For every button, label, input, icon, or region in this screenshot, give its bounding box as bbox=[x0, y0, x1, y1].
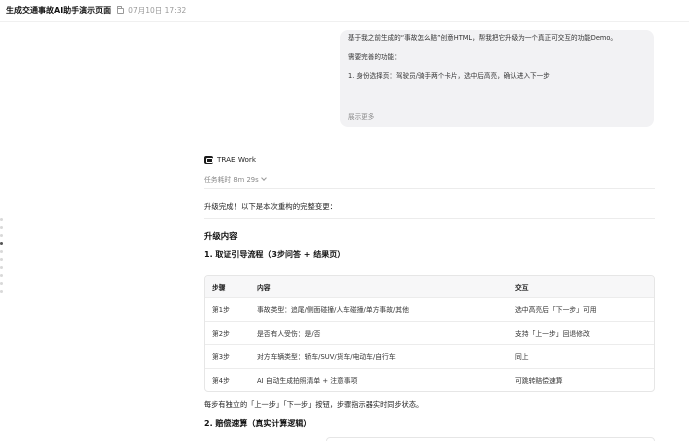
folder-icon[interactable] bbox=[117, 5, 125, 14]
user-message-line: 1. 身份选择页：驾驶员/骑手两个卡片，选中后高亮，确认进入下一步 bbox=[348, 72, 550, 80]
scroll-indicator[interactable] bbox=[0, 218, 4, 298]
divider bbox=[204, 218, 655, 219]
table-header-cell: 交互 bbox=[515, 283, 529, 292]
scroll-dot-active[interactable] bbox=[0, 242, 3, 245]
scroll-dot[interactable] bbox=[0, 274, 3, 277]
scroll-dot[interactable] bbox=[0, 258, 3, 261]
scroll-dot[interactable] bbox=[0, 282, 3, 285]
user-message-line: 需要完善的功能： bbox=[348, 53, 401, 61]
task-duration-toggle[interactable]: 任务耗时 8m 29s bbox=[204, 174, 267, 184]
trae-logo-icon bbox=[204, 155, 213, 164]
table-cell: 第3步 bbox=[212, 353, 230, 362]
user-message-line: 基于我之前生成的“事故怎么赔”创意HTML，帮我把它升级为一个真正可交互的功能D… bbox=[348, 34, 617, 42]
table-cell: 支持「上一步」回退修改 bbox=[515, 329, 590, 338]
divider bbox=[204, 188, 655, 189]
show-more-link[interactable]: 展示更多 bbox=[348, 111, 374, 121]
table-cell: 同上 bbox=[515, 353, 529, 362]
assistant-intro: 升级完成！以下是本次重构的完整变更： bbox=[204, 202, 338, 211]
table-header-cell: 内容 bbox=[257, 283, 271, 292]
table-header-cell: 步骤 bbox=[212, 283, 226, 292]
table-cell: 对方车辆类型：轿车/SUV/货车/电动车/自行车 bbox=[257, 353, 396, 362]
table-cell: 第2步 bbox=[212, 329, 230, 338]
table-cell: 可跳转赔偿速算 bbox=[515, 376, 563, 385]
table-cell: 第1步 bbox=[212, 306, 230, 315]
table-row: 第3步 对方车辆类型：轿车/SUV/货车/电动车/自行车 同上 bbox=[205, 344, 654, 368]
table-row: 第4步 AI 自动生成拍照清单 + 注意事项 可跳转赔偿速算 bbox=[205, 367, 654, 392]
scroll-dot[interactable] bbox=[0, 218, 3, 221]
top-bar: 生成交通事故AI助手演示页面 07月10日 17:32 bbox=[0, 0, 689, 22]
table-header-row: 步骤 内容 交互 bbox=[205, 276, 654, 297]
scroll-dot[interactable] bbox=[0, 266, 3, 269]
assistant-header: TRAE Work bbox=[204, 155, 256, 164]
table-cell: 第4步 bbox=[212, 376, 230, 385]
table-cell: AI 自动生成拍照清单 + 注意事项 bbox=[257, 376, 358, 385]
table-row: 第1步 事故类型：追尾/侧面碰撞/人车碰撞/单方事故/其他 选中高亮后「下一步」… bbox=[205, 297, 654, 321]
task-duration: 任务耗时 8m 29s bbox=[204, 176, 259, 184]
table-cell: 是否有人受伤：是/否 bbox=[257, 329, 321, 338]
conversation-title[interactable]: 生成交通事故AI助手演示页面 bbox=[6, 5, 111, 16]
scroll-dot[interactable] bbox=[0, 234, 3, 237]
steps-table: 步骤 内容 交互 第1步 事故类型：追尾/侧面碰撞/人车碰撞/单方事故/其他 选… bbox=[204, 275, 655, 392]
steps-note: 每步有独立的「上一步」「下一步」按钮，步骤指示器实时同步状态。 bbox=[204, 400, 424, 409]
scroll-dot[interactable] bbox=[0, 226, 3, 229]
user-message-bubble: 基于我之前生成的“事故怎么赔”创意HTML，帮我把它升级为一个真正可交互的功能D… bbox=[340, 30, 654, 127]
subsection-heading: 2. 赔偿速算（真实计算逻辑） bbox=[204, 419, 312, 428]
table-row: 第2步 是否有人受伤：是/否 支持「上一步」回退修改 bbox=[205, 320, 654, 345]
table-cell: 选中高亮后「下一步」可用 bbox=[515, 306, 597, 315]
conversation-date: 07月10日 17:32 bbox=[128, 6, 187, 15]
assistant-name: TRAE Work bbox=[217, 155, 257, 164]
scroll-dot[interactable] bbox=[0, 250, 3, 253]
subsection-heading: 1. 取证引导流程（3步问答 + 结果页） bbox=[204, 250, 346, 259]
table-cell: 事故类型：追尾/侧面碰撞/人车碰撞/单方事故/其他 bbox=[257, 306, 409, 315]
content-card-edge bbox=[326, 437, 655, 441]
chevron-down-icon[interactable] bbox=[260, 175, 267, 181]
section-heading: 升级内容 bbox=[204, 231, 238, 241]
scroll-dot[interactable] bbox=[0, 290, 3, 293]
